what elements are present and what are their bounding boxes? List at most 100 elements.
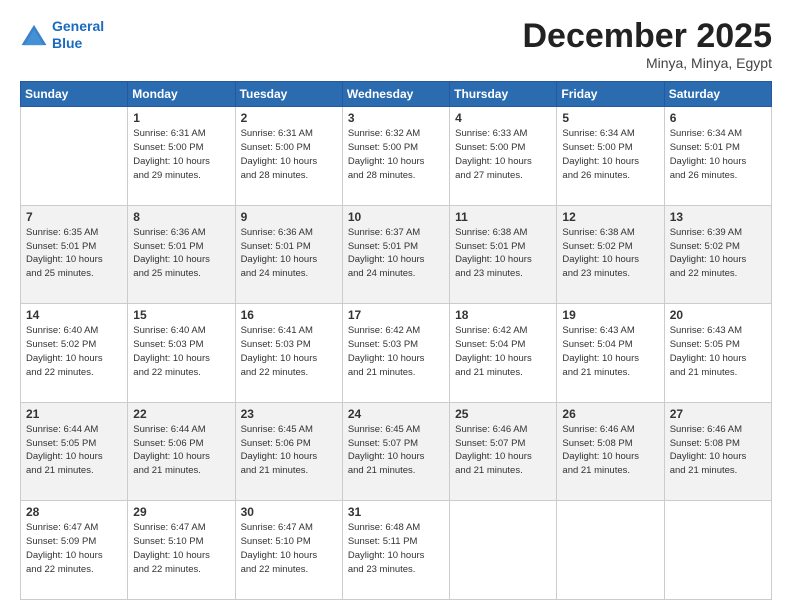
calendar-table: SundayMondayTuesdayWednesdayThursdayFrid… — [20, 81, 772, 600]
calendar-cell: 7 Sunrise: 6:35 AMSunset: 5:01 PMDaylight… — [21, 205, 128, 304]
day-number: 6 — [670, 111, 766, 125]
calendar-cell: 25Sunrise: 6:46 AMSunset: 5:07 PMDayligh… — [450, 402, 557, 501]
weekday-header: Monday — [128, 82, 235, 107]
day-info: Sunrise: 6:44 AMSunset: 5:05 PMDaylight:… — [26, 423, 122, 478]
day-info: Sunrise: 6:40 AMSunset: 5:03 PMDaylight:… — [133, 324, 229, 379]
day-number: 3 — [348, 111, 444, 125]
day-number: 27 — [670, 407, 766, 421]
title-block: December 2025 Minya, Minya, Egypt — [522, 18, 772, 71]
day-info: Sunrise: 6:34 AMSunset: 5:00 PMDaylight:… — [562, 127, 658, 182]
calendar-cell: 16Sunrise: 6:41 AMSunset: 5:03 PMDayligh… — [235, 304, 342, 403]
calendar-week-row: 21 Sunrise: 6:44 AMSunset: 5:05 PMDayligh… — [21, 402, 772, 501]
day-info: Sunrise: 6:47 AMSunset: 5:10 PMDaylight:… — [241, 521, 337, 576]
calendar-week-row: 1 Sunrise: 6:31 AMSunset: 5:00 PMDaylight… — [21, 107, 772, 206]
logo-text: General Blue — [52, 18, 104, 52]
day-number: 19 — [562, 308, 658, 322]
day-info: Sunrise: 6:47 AMSunset: 5:10 PMDaylight:… — [133, 521, 229, 576]
header: General Blue December 2025 Minya, Minya,… — [20, 18, 772, 71]
calendar-cell: 18 Sunrise: 6:42 AMSunset: 5:04 PMDayligh… — [450, 304, 557, 403]
calendar-cell — [664, 501, 771, 600]
calendar-cell: 22 Sunrise: 6:44 AMSunset: 5:06 PMDayligh… — [128, 402, 235, 501]
day-number: 24 — [348, 407, 444, 421]
calendar-week-row: 7 Sunrise: 6:35 AMSunset: 5:01 PMDaylight… — [21, 205, 772, 304]
day-info: Sunrise: 6:41 AMSunset: 5:03 PMDaylight:… — [241, 324, 337, 379]
calendar-cell — [21, 107, 128, 206]
day-info: Sunrise: 6:40 AMSunset: 5:02 PMDaylight:… — [26, 324, 122, 379]
logo-blue: Blue — [52, 35, 82, 51]
day-info: Sunrise: 6:45 AMSunset: 5:06 PMDaylight:… — [241, 423, 337, 478]
day-number: 11 — [455, 210, 551, 224]
day-info: Sunrise: 6:38 AMSunset: 5:01 PMDaylight:… — [455, 226, 551, 281]
calendar-cell: 11 Sunrise: 6:38 AMSunset: 5:01 PMDayligh… — [450, 205, 557, 304]
calendar-header-row: SundayMondayTuesdayWednesdayThursdayFrid… — [21, 82, 772, 107]
day-info: Sunrise: 6:36 AMSunset: 5:01 PMDaylight:… — [241, 226, 337, 281]
calendar-cell: 20 Sunrise: 6:43 AMSunset: 5:05 PMDayligh… — [664, 304, 771, 403]
day-info: Sunrise: 6:44 AMSunset: 5:06 PMDaylight:… — [133, 423, 229, 478]
weekday-header: Thursday — [450, 82, 557, 107]
day-number: 23 — [241, 407, 337, 421]
calendar-cell: 14 Sunrise: 6:40 AMSunset: 5:02 PMDayligh… — [21, 304, 128, 403]
calendar-cell: 19 Sunrise: 6:43 AMSunset: 5:04 PMDayligh… — [557, 304, 664, 403]
day-number: 1 — [133, 111, 229, 125]
weekday-header: Friday — [557, 82, 664, 107]
calendar-cell: 3Sunrise: 6:32 AMSunset: 5:00 PMDaylight… — [342, 107, 449, 206]
day-info: Sunrise: 6:42 AMSunset: 5:04 PMDaylight:… — [455, 324, 551, 379]
calendar-cell: 8Sunrise: 6:36 AMSunset: 5:01 PMDaylight… — [128, 205, 235, 304]
calendar-body: 1 Sunrise: 6:31 AMSunset: 5:00 PMDaylight… — [21, 107, 772, 600]
day-info: Sunrise: 6:34 AMSunset: 5:01 PMDaylight:… — [670, 127, 766, 182]
calendar-cell: 4 Sunrise: 6:33 AMSunset: 5:00 PMDaylight… — [450, 107, 557, 206]
calendar-week-row: 28 Sunrise: 6:47 AMSunset: 5:09 PMDayligh… — [21, 501, 772, 600]
month-title: December 2025 — [522, 18, 772, 55]
page: General Blue December 2025 Minya, Minya,… — [0, 0, 792, 612]
day-number: 18 — [455, 308, 551, 322]
day-info: Sunrise: 6:33 AMSunset: 5:00 PMDaylight:… — [455, 127, 551, 182]
day-number: 10 — [348, 210, 444, 224]
day-number: 29 — [133, 505, 229, 519]
subtitle: Minya, Minya, Egypt — [522, 55, 772, 71]
calendar-cell: 21 Sunrise: 6:44 AMSunset: 5:05 PMDayligh… — [21, 402, 128, 501]
calendar-cell: 12Sunrise: 6:38 AMSunset: 5:02 PMDayligh… — [557, 205, 664, 304]
day-number: 13 — [670, 210, 766, 224]
day-number: 26 — [562, 407, 658, 421]
calendar-cell: 2 Sunrise: 6:31 AMSunset: 5:00 PMDaylight… — [235, 107, 342, 206]
day-info: Sunrise: 6:43 AMSunset: 5:05 PMDaylight:… — [670, 324, 766, 379]
calendar-cell — [450, 501, 557, 600]
calendar-cell: 29 Sunrise: 6:47 AMSunset: 5:10 PMDayligh… — [128, 501, 235, 600]
weekday-header: Wednesday — [342, 82, 449, 107]
day-number: 28 — [26, 505, 122, 519]
day-number: 2 — [241, 111, 337, 125]
day-info: Sunrise: 6:46 AMSunset: 5:08 PMDaylight:… — [670, 423, 766, 478]
day-number: 22 — [133, 407, 229, 421]
day-info: Sunrise: 6:35 AMSunset: 5:01 PMDaylight:… — [26, 226, 122, 281]
day-info: Sunrise: 6:46 AMSunset: 5:07 PMDaylight:… — [455, 423, 551, 478]
calendar-cell: 26Sunrise: 6:46 AMSunset: 5:08 PMDayligh… — [557, 402, 664, 501]
day-number: 8 — [133, 210, 229, 224]
day-number: 17 — [348, 308, 444, 322]
calendar-cell: 5Sunrise: 6:34 AMSunset: 5:00 PMDaylight… — [557, 107, 664, 206]
day-info: Sunrise: 6:37 AMSunset: 5:01 PMDaylight:… — [348, 226, 444, 281]
calendar-cell: 6 Sunrise: 6:34 AMSunset: 5:01 PMDaylight… — [664, 107, 771, 206]
day-number: 31 — [348, 505, 444, 519]
day-number: 21 — [26, 407, 122, 421]
day-number: 30 — [241, 505, 337, 519]
day-info: Sunrise: 6:39 AMSunset: 5:02 PMDaylight:… — [670, 226, 766, 281]
day-number: 15 — [133, 308, 229, 322]
day-info: Sunrise: 6:47 AMSunset: 5:09 PMDaylight:… — [26, 521, 122, 576]
day-info: Sunrise: 6:31 AMSunset: 5:00 PMDaylight:… — [241, 127, 337, 182]
day-info: Sunrise: 6:48 AMSunset: 5:11 PMDaylight:… — [348, 521, 444, 576]
weekday-header: Saturday — [664, 82, 771, 107]
logo: General Blue — [20, 18, 104, 52]
day-number: 14 — [26, 308, 122, 322]
calendar-cell: 1Sunrise: 6:31 AMSunset: 5:00 PMDaylight… — [128, 107, 235, 206]
day-number: 12 — [562, 210, 658, 224]
day-number: 20 — [670, 308, 766, 322]
calendar-cell: 30 Sunrise: 6:47 AMSunset: 5:10 PMDayligh… — [235, 501, 342, 600]
day-info: Sunrise: 6:43 AMSunset: 5:04 PMDaylight:… — [562, 324, 658, 379]
day-number: 4 — [455, 111, 551, 125]
day-number: 7 — [26, 210, 122, 224]
day-number: 9 — [241, 210, 337, 224]
calendar-cell: 10 Sunrise: 6:37 AMSunset: 5:01 PMDayligh… — [342, 205, 449, 304]
calendar-cell: 31 Sunrise: 6:48 AMSunset: 5:11 PMDayligh… — [342, 501, 449, 600]
weekday-header: Tuesday — [235, 82, 342, 107]
calendar-cell: 13 Sunrise: 6:39 AMSunset: 5:02 PMDayligh… — [664, 205, 771, 304]
